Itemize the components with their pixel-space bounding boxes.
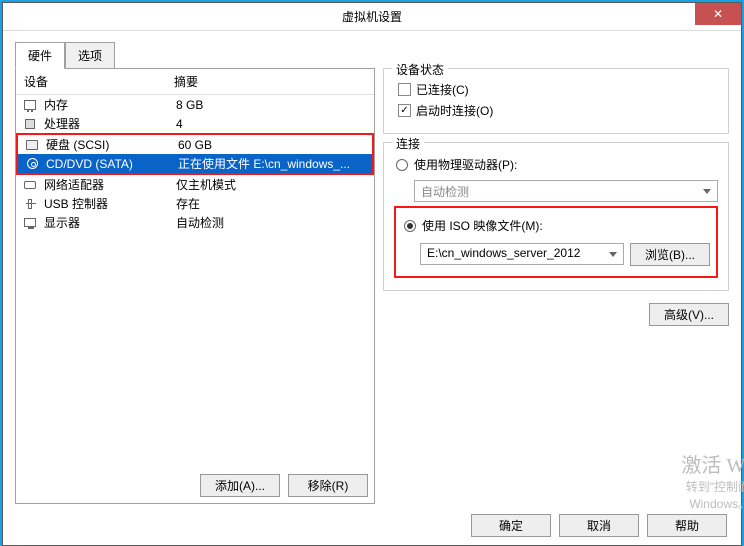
connection-group-title: 连接 (392, 135, 424, 152)
device-summary: 存在 (176, 195, 368, 212)
connected-row[interactable]: 已连接(C) (394, 79, 718, 100)
browse-button[interactable]: 浏览(B)... (630, 243, 710, 266)
device-name: USB 控制器 (44, 195, 176, 212)
device-name: CD/DVD (SATA) (46, 157, 178, 171)
connected-label: 已连接(C) (416, 81, 469, 98)
add-device-button[interactable]: 添加(A)... (200, 474, 280, 497)
main-row: 设备 摘要 内存 8 GB 处理器 4 (15, 68, 729, 504)
remove-device-button[interactable]: 移除(R) (288, 474, 368, 497)
device-row-memory[interactable]: 内存 8 GB (16, 95, 374, 114)
ok-button[interactable]: 确定 (471, 514, 551, 537)
device-row-cddvd[interactable]: CD/DVD (SATA) 正在使用文件 E:\cn_windows_... (18, 154, 372, 173)
iso-path-combo[interactable]: E:\cn_windows_server_2012 (420, 243, 624, 265)
display-icon (22, 216, 38, 230)
usb-icon (22, 197, 38, 211)
help-button[interactable]: 帮助 (647, 514, 727, 537)
device-summary: 4 (176, 117, 368, 131)
titlebar: 虚拟机设置 ✕ (3, 3, 741, 31)
cd-icon (24, 157, 40, 171)
disk-icon (24, 138, 40, 152)
connect-poweron-label: 启动时连接(O) (416, 102, 493, 119)
device-row-network[interactable]: 网络适配器 仅主机模式 (16, 175, 374, 194)
tab-hardware[interactable]: 硬件 (15, 42, 65, 69)
device-row-usb[interactable]: USB 控制器 存在 (16, 194, 374, 213)
physical-radio[interactable] (396, 159, 408, 171)
cancel-button[interactable]: 取消 (559, 514, 639, 537)
advanced-row: 高级(V)... (383, 299, 729, 326)
cpu-icon (22, 117, 38, 131)
physical-label: 使用物理驱动器(P): (414, 156, 517, 173)
network-icon (22, 178, 38, 192)
device-summary: 60 GB (178, 138, 366, 152)
tab-options[interactable]: 选项 (65, 42, 115, 69)
col-summary: 摘要 (174, 73, 366, 90)
content-area: 硬件 选项 设备 摘要 内存 8 GB 处理器 (3, 31, 741, 545)
status-group-title: 设备状态 (392, 61, 448, 78)
device-name: 处理器 (44, 115, 176, 132)
device-summary: 自动检测 (176, 214, 368, 231)
device-name: 显示器 (44, 214, 176, 231)
iso-highlight: 使用 ISO 映像文件(M): E:\cn_windows_server_201… (394, 206, 718, 278)
device-footer: 添加(A)... 移除(R) (16, 468, 374, 503)
physical-radio-row[interactable]: 使用物理驱动器(P): (394, 153, 718, 176)
device-row-cpu[interactable]: 处理器 4 (16, 114, 374, 133)
dialog-footer: 确定 取消 帮助 (15, 504, 729, 537)
advanced-button[interactable]: 高级(V)... (649, 303, 729, 326)
device-name: 内存 (44, 96, 176, 113)
col-device: 设备 (24, 73, 174, 90)
device-summary: 仅主机模式 (176, 176, 368, 193)
iso-inner: E:\cn_windows_server_2012 浏览(B)... (402, 243, 710, 266)
physical-drive-combo[interactable]: 自动检测 (414, 180, 718, 202)
device-list[interactable]: 内存 8 GB 处理器 4 硬盘 (SCSI) 60 GB (16, 95, 374, 468)
device-summary: 8 GB (176, 98, 368, 112)
device-header: 设备 摘要 (16, 69, 374, 95)
connected-checkbox[interactable] (398, 83, 411, 96)
device-row-disk[interactable]: 硬盘 (SCSI) 60 GB (18, 135, 372, 154)
status-group: 设备状态 已连接(C) ✓ 启动时连接(O) (383, 68, 729, 134)
physical-combo-wrap: 自动检测 (394, 180, 718, 202)
iso-radio-row[interactable]: 使用 ISO 映像文件(M): (402, 214, 710, 237)
connection-group: 连接 使用物理驱动器(P): 自动检测 使用 ISO 映像文件(M): (383, 142, 729, 291)
device-name: 网络适配器 (44, 176, 176, 193)
right-panel: 设备状态 已连接(C) ✓ 启动时连接(O) 连接 使用物理驱动器(P): (383, 68, 729, 504)
highlight-disk-cd: 硬盘 (SCSI) 60 GB CD/DVD (SATA) 正在使用文件 E:\… (16, 133, 374, 175)
device-name: 硬盘 (SCSI) (46, 136, 178, 153)
connect-poweron-row[interactable]: ✓ 启动时连接(O) (394, 100, 718, 121)
device-summary: 正在使用文件 E:\cn_windows_... (178, 155, 366, 172)
iso-label: 使用 ISO 映像文件(M): (422, 217, 543, 234)
device-panel: 设备 摘要 内存 8 GB 处理器 4 (15, 68, 375, 504)
device-row-display[interactable]: 显示器 自动检测 (16, 213, 374, 232)
window-title: 虚拟机设置 (342, 8, 402, 25)
memory-icon (22, 98, 38, 112)
connect-poweron-checkbox[interactable]: ✓ (398, 104, 411, 117)
vm-settings-window: 虚拟机设置 ✕ 硬件 选项 设备 摘要 内存 8 GB (2, 2, 742, 546)
close-button[interactable]: ✕ (695, 3, 741, 25)
close-icon: ✕ (713, 7, 723, 21)
tab-strip: 硬件 选项 (15, 41, 729, 68)
iso-radio[interactable] (404, 220, 416, 232)
